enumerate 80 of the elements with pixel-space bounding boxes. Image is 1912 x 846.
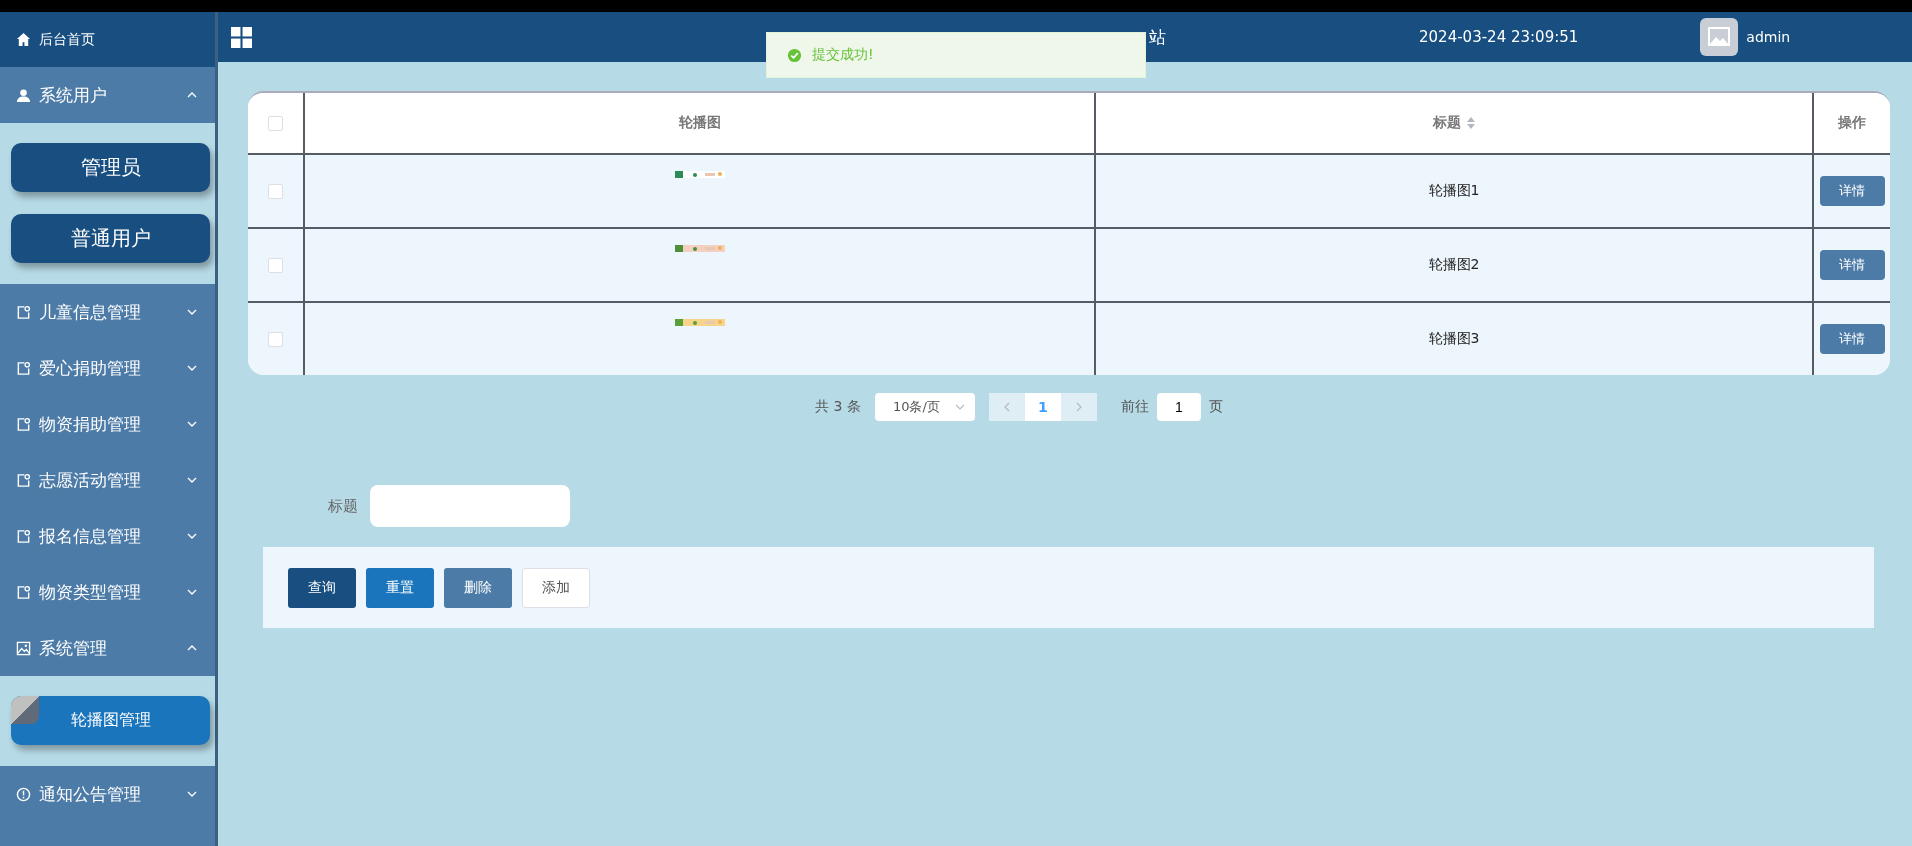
menu-label: 系统用户 — [39, 83, 108, 107]
next-page-button[interactable] — [1060, 393, 1097, 421]
detail-button[interactable]: 详情 — [1819, 324, 1885, 354]
chevron-down-icon — [187, 421, 197, 427]
page-suffix: 页 — [1208, 398, 1223, 416]
add-button[interactable]: 添加 — [522, 567, 590, 608]
chevron-down-icon — [187, 589, 197, 595]
detail-button[interactable]: 详情 — [1819, 176, 1885, 206]
menu-label: 后台首页 — [39, 30, 96, 49]
submenu-button[interactable]: 轮播图管理 — [11, 696, 210, 745]
menu-label: 志愿活动管理 — [39, 468, 142, 492]
document-icon — [16, 584, 31, 600]
sidebar-item[interactable]: 物资捐助管理 — [0, 396, 215, 452]
menu-label: 儿童信息管理 — [39, 300, 142, 324]
title-search-field[interactable] — [370, 485, 570, 527]
menu-label: 物资类型管理 — [39, 580, 142, 604]
grid-menu-icon[interactable] — [231, 26, 252, 48]
sidebar-item[interactable]: 儿童信息管理 — [0, 284, 215, 340]
sidebar-item[interactable]: 后台首页 — [0, 12, 215, 67]
user-icon — [16, 87, 31, 103]
chevron-right-icon — [1075, 402, 1082, 412]
row-checkbox[interactable] — [268, 257, 283, 273]
datetime: 2024-03-24 23:09:51 — [1419, 28, 1579, 46]
chevron-down-icon — [187, 477, 197, 483]
sidebar-item[interactable]: 爱心捐助管理 — [0, 340, 215, 396]
avatar-image-icon[interactable] — [1700, 18, 1739, 56]
page-size-select[interactable]: 10条/页 — [874, 393, 975, 421]
table-cell: 轮播图3 — [1428, 330, 1480, 348]
chevron-down-icon — [954, 404, 965, 410]
document-icon — [16, 472, 31, 488]
sidebar-item[interactable]: 物资类型管理 — [0, 564, 215, 620]
sidebar-item[interactable]: 报名信息管理 — [0, 508, 215, 564]
image-icon — [16, 640, 31, 656]
menu-label: 物资捐助管理 — [39, 412, 142, 436]
select-all-checkbox[interactable] — [268, 115, 283, 131]
page-number[interactable]: 1 — [1024, 393, 1061, 421]
chevron-left-icon — [1003, 402, 1010, 412]
sidebar-item[interactable]: 志愿活动管理 — [0, 452, 215, 508]
chevron-up-icon — [187, 645, 197, 651]
toast-message: 提交成功! — [812, 46, 874, 64]
document-icon — [16, 416, 31, 432]
page-jump-field[interactable]: 1 — [1156, 393, 1201, 421]
goto-label: 前往 — [1120, 398, 1149, 416]
column-header: 操作 — [1838, 114, 1866, 132]
row-checkbox[interactable] — [268, 331, 283, 347]
submenu-button[interactable]: 普通用户 — [11, 214, 210, 263]
menu-label: 爱心捐助管理 — [39, 356, 142, 380]
query-button[interactable]: 查询 — [288, 567, 356, 608]
chevron-down-icon — [187, 309, 197, 315]
sort-icon[interactable] — [1467, 117, 1475, 129]
column-header[interactable]: 标题 — [1433, 114, 1461, 132]
delete-button[interactable]: 删除 — [444, 567, 512, 608]
document-icon — [16, 528, 31, 544]
username: admin — [1746, 29, 1791, 45]
previous-page-button[interactable] — [988, 393, 1025, 421]
chevron-down-icon — [187, 533, 197, 539]
home-icon — [16, 32, 31, 47]
info-icon — [16, 786, 31, 802]
menu-label: 通知公告管理 — [39, 782, 142, 806]
document-icon — [16, 360, 31, 376]
check-circle-icon — [787, 47, 802, 63]
detail-button[interactable]: 详情 — [1819, 250, 1885, 280]
sidebar-item[interactable]: 系统管理 — [0, 620, 215, 676]
sidebar-item[interactable]: 系统用户 — [0, 67, 215, 123]
total-count: 共 3 条 — [815, 398, 861, 416]
chevron-up-icon — [187, 92, 197, 98]
site-title: 站 — [1149, 25, 1166, 49]
document-icon — [16, 304, 31, 320]
chevron-down-icon — [187, 791, 197, 797]
table-cell: 轮播图2 — [1428, 256, 1480, 274]
sidebar-item[interactable]: 通知公告管理 — [0, 766, 215, 822]
table-cell: 轮播图1 — [1428, 182, 1480, 200]
chevron-down-icon — [187, 365, 197, 371]
field-label: 标题 — [328, 496, 358, 516]
menu-label: 报名信息管理 — [39, 524, 142, 548]
submenu-button[interactable]: 管理员 — [11, 143, 210, 192]
column-header: 轮播图 — [678, 114, 721, 132]
row-checkbox[interactable] — [268, 183, 283, 199]
reset-button[interactable]: 重置 — [366, 567, 434, 608]
menu-label: 系统管理 — [39, 636, 108, 660]
